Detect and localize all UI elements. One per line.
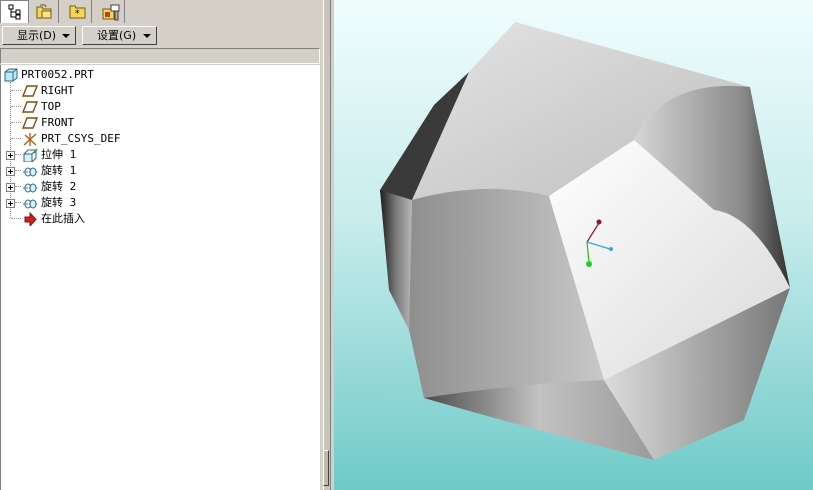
tree-connector	[15, 170, 21, 171]
tree-item-label: RIGHT	[41, 84, 75, 97]
revolve-icon	[23, 167, 37, 177]
tree-connector	[11, 138, 21, 139]
expand-icon[interactable]	[6, 199, 15, 208]
tab-model-tree[interactable]	[0, 0, 29, 23]
favorites-folder-icon: *	[69, 5, 86, 19]
tab-folder-browser[interactable]	[30, 0, 59, 23]
tree-item-label: FRONT	[41, 116, 75, 129]
connections-icon	[102, 4, 120, 21]
csys-axis-icon	[596, 219, 602, 225]
csys-axis-icon	[586, 261, 592, 267]
navigator-panel: * 显示(D) 设置(G) PRT0052.PRT RIGHT TOP FRON…	[0, 0, 320, 490]
navigator-menubar: 显示(D) 设置(G)	[0, 25, 320, 47]
navigator-tabs: *	[0, 0, 320, 24]
tree-connector	[11, 106, 21, 107]
tree-connector	[11, 90, 21, 91]
tree-item-label: 旋转 1	[41, 164, 77, 177]
revolve-icon	[23, 199, 37, 209]
tab-connections[interactable]	[96, 0, 125, 23]
tree-connector	[15, 186, 21, 187]
model-tree-icon	[8, 4, 21, 20]
tree-item-label: PRT_CSYS_DEF	[41, 132, 121, 145]
insert-here-arrow-icon	[24, 212, 37, 226]
expand-icon[interactable]	[6, 183, 15, 192]
tree-item-label: 拉伸 1	[41, 148, 77, 161]
revolve-icon	[23, 183, 37, 193]
settings-menu-button[interactable]: 设置(G)	[82, 26, 157, 45]
display-menu-label: 显示(D)	[17, 29, 57, 42]
expand-icon[interactable]	[6, 167, 15, 176]
datum-plane-icon	[22, 117, 38, 129]
panel-splitter[interactable]	[320, 0, 334, 490]
tree-connector	[10, 82, 11, 218]
tree-root-label: PRT0052.PRT	[21, 68, 94, 81]
tree-item-label: 在此插入	[41, 212, 85, 225]
model-face	[380, 190, 412, 330]
chevron-down-icon	[143, 34, 151, 38]
tree-item-label: TOP	[41, 100, 61, 113]
svg-text:*: *	[75, 9, 80, 19]
display-menu-button[interactable]: 显示(D)	[2, 26, 76, 45]
tree-connector	[15, 202, 21, 203]
tree-connector	[11, 122, 21, 123]
extrude-icon	[23, 148, 38, 162]
csys-axis-icon	[609, 247, 613, 251]
coordinate-system-icon	[23, 133, 37, 146]
datum-plane-icon	[22, 85, 38, 97]
tree-item-label: 旋转 3	[41, 196, 77, 209]
model-render	[379, 22, 790, 460]
datum-plane-icon	[22, 101, 38, 113]
vertical-scrollbar[interactable]	[323, 0, 331, 490]
model-tree: PRT0052.PRT RIGHT TOP FRONT PRT_CSYS_DEF	[0, 65, 320, 490]
tab-favorites[interactable]: *	[63, 0, 92, 23]
part-icon	[4, 68, 18, 82]
tree-connector	[11, 218, 21, 219]
expand-icon[interactable]	[6, 151, 15, 160]
tree-connector	[15, 154, 21, 155]
tree-item-label: 旋转 2	[41, 180, 77, 193]
graphics-viewport[interactable]	[334, 0, 813, 490]
tree-filter-field[interactable]	[0, 48, 320, 64]
chevron-down-icon	[62, 34, 70, 38]
settings-menu-label: 设置(G)	[97, 29, 137, 42]
scrollbar-thumb[interactable]	[323, 450, 329, 486]
folder-browser-icon	[36, 4, 52, 19]
